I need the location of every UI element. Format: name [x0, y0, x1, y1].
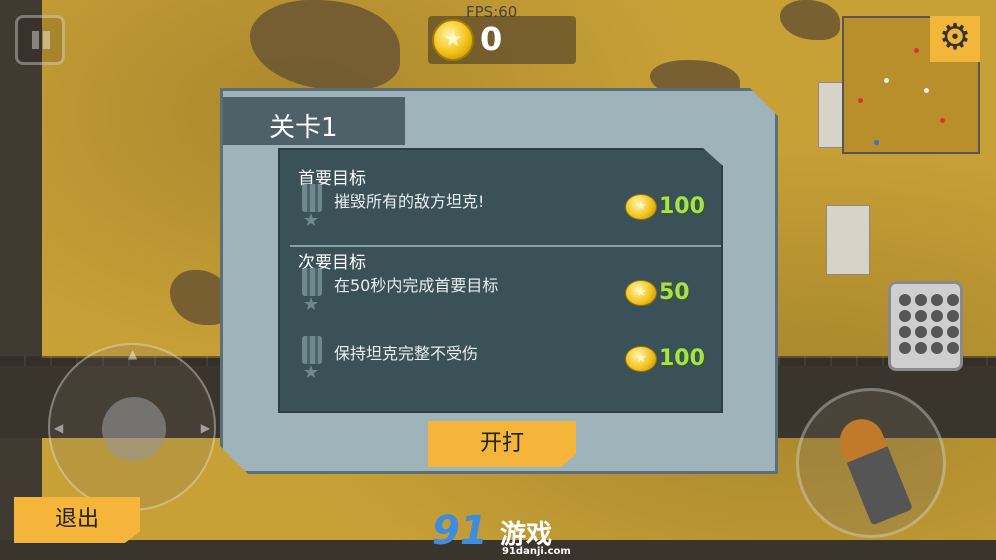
minimap-marker [940, 118, 945, 123]
crate [826, 205, 870, 275]
minimap-marker [924, 88, 929, 93]
road-vertical [0, 0, 42, 560]
objective-text: 保持坦克完整不受伤 [334, 344, 479, 363]
fire-button[interactable] [796, 388, 946, 538]
objectives-panel: 首要目标 ★ 摧毁所有的敌方坦克! ★ 100 次要目标 ★ 在50秒内完成首要… [278, 148, 723, 413]
medal-icon: ★ [300, 336, 324, 383]
gear-icon[interactable]: ⚙ [930, 16, 980, 62]
coin-counter: ★ 0 [428, 16, 576, 64]
medal-icon: ★ [300, 268, 324, 315]
ammo-rack-icon [899, 294, 959, 354]
start-button[interactable]: 开打 [428, 421, 576, 467]
joystick-up-arrow: ▲ [128, 347, 138, 361]
reward-amount: 100 [659, 346, 705, 371]
minimap-marker [874, 140, 879, 145]
reward-amount: 50 [659, 280, 690, 305]
coin-icon: ★ [625, 194, 657, 220]
movement-joystick[interactable]: ▲ ◀ ▶ [48, 343, 216, 511]
rock [780, 0, 840, 40]
watermark: 91 游戏 91danji.com [432, 508, 571, 557]
bullet-icon [833, 412, 913, 526]
joystick-left-arrow: ◀ [54, 421, 64, 435]
watermark-url: 91danji.com [502, 546, 571, 557]
section-divider [290, 245, 721, 247]
coin-icon: ★ [432, 19, 474, 61]
exit-button[interactable]: 退出 [14, 497, 140, 543]
dialog-title: 关卡1 [269, 113, 338, 143]
coin-count: 0 [480, 20, 503, 58]
coin-icon: ★ [625, 346, 657, 372]
objective-text: 在50秒内完成首要目标 [334, 276, 499, 295]
minimap-marker [858, 98, 863, 103]
ammo-rack-button[interactable] [888, 281, 963, 371]
minimap-marker [914, 48, 919, 53]
pause-button[interactable] [15, 15, 65, 65]
medal-icon: ★ [300, 184, 324, 231]
minimap-marker [884, 78, 889, 83]
dialog-title-bar: 关卡1 [223, 97, 405, 145]
joystick-right-arrow: ▶ [200, 421, 210, 435]
watermark-logo: 91 [432, 508, 488, 554]
level-briefing-dialog: 关卡1 首要目标 ★ 摧毁所有的敌方坦克! ★ 100 次要目标 ★ 在50秒内… [220, 88, 778, 474]
coin-icon: ★ [625, 280, 657, 306]
objective-text: 摧毁所有的敌方坦克! [334, 192, 485, 211]
joystick-knob[interactable] [102, 397, 166, 461]
road-bottom [0, 540, 996, 560]
rock [250, 0, 400, 90]
reward-amount: 100 [659, 194, 705, 219]
